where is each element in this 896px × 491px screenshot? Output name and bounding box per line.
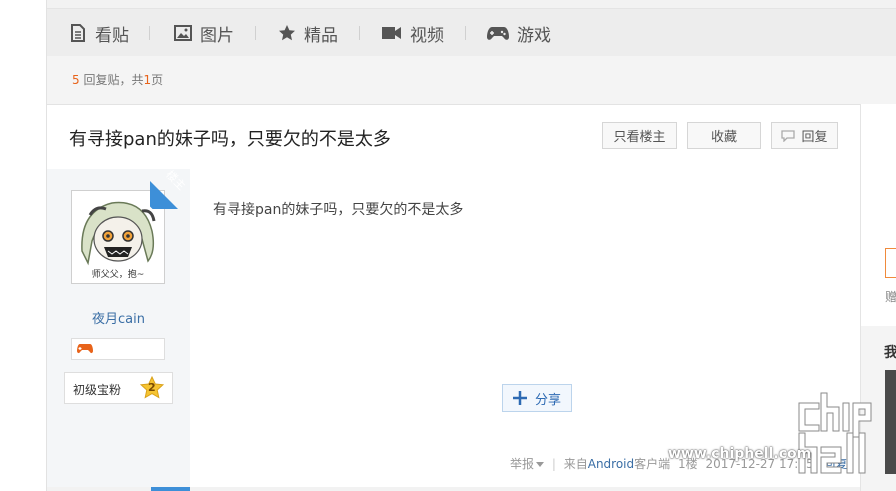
nav-divider xyxy=(359,26,360,40)
thread-header: 有寻接pan的妹子吗，只要欠的不是太多 只看楼主 收藏 回复 xyxy=(47,104,860,170)
reply-count: 5 xyxy=(72,73,80,87)
reply-summary-bar: 5 回复贴，共1页 xyxy=(47,56,896,104)
favorite-label: 收藏 xyxy=(710,130,737,145)
next-op-badge xyxy=(151,487,190,491)
nav-tab-label: 看贴 xyxy=(95,25,129,46)
nav-tab-label: 游戏 xyxy=(517,25,551,46)
level-number: 2 xyxy=(148,381,156,394)
nav-tab-video[interactable]: 视频 xyxy=(382,19,444,47)
nav-divider xyxy=(255,26,256,40)
post-floor-1: 师父父，抱~ 夜月cain 初级宝粉 2 楼主 有寻接pan的妹子吗，只要欠的不… xyxy=(47,168,860,487)
avatar-caption: 师父父，抱~ xyxy=(91,270,145,280)
post-content: 有寻接pan的妹子吗，只要欠的不是太多 xyxy=(213,202,464,218)
forum-frame: 看贴 图片 精品 视频 游戏 5 回复贴，共1页 有寻接pan的妹子吗，只要欠的… xyxy=(46,0,896,491)
only-op-button[interactable]: 只看楼主 xyxy=(602,122,677,149)
document-icon xyxy=(71,24,85,42)
reply-summary: 5 回复贴，共1页 xyxy=(72,71,163,88)
share-label: 分享 xyxy=(534,392,561,408)
source-client[interactable]: Android xyxy=(588,457,634,471)
author-panel: 师父父，抱~ 夜月cain 初级宝粉 2 楼主 xyxy=(47,168,190,487)
thread-title: 有寻接pan的妹子吗，只要欠的不是太多 xyxy=(69,129,391,150)
nav-tab-games[interactable]: 游戏 xyxy=(487,19,551,47)
source-suffix: 客户端 xyxy=(634,457,671,471)
video-icon xyxy=(382,27,401,39)
reply-summary-mid: 回复贴，共 xyxy=(79,73,144,87)
level-badge: 初级宝粉 2 xyxy=(64,372,173,404)
nav-tab-images[interactable]: 图片 xyxy=(174,19,234,47)
sidebar-heading: 我 xyxy=(884,345,896,361)
nav-divider xyxy=(465,26,466,40)
gamepad-icon xyxy=(487,27,509,40)
page-count: 1 xyxy=(143,73,152,87)
level-title: 初级宝粉 xyxy=(73,383,122,397)
sidebar-text: 赠 xyxy=(885,290,896,304)
medal-box xyxy=(71,338,165,360)
report-link[interactable]: 举报 xyxy=(510,457,534,471)
nav-divider xyxy=(149,26,150,40)
nav-tab-label: 精品 xyxy=(304,25,338,46)
watermark-url: www.chiphell.com xyxy=(668,446,812,462)
author-name[interactable]: 夜月cain xyxy=(47,308,190,327)
nav-tab-label: 视频 xyxy=(410,25,444,46)
speech-bubble-icon xyxy=(781,129,796,142)
reply-summary-suffix: 页 xyxy=(151,73,164,87)
source-prefix: 来自 xyxy=(563,457,588,471)
nav-tab-posts[interactable]: 看贴 xyxy=(69,19,129,47)
top-nav: 看贴 图片 精品 视频 游戏 xyxy=(47,8,896,57)
plus-icon xyxy=(512,391,527,405)
page-left-margin xyxy=(0,0,46,491)
gamepad-medal-icon[interactable] xyxy=(77,343,93,355)
star-icon xyxy=(279,25,295,41)
share-button[interactable]: 分享 xyxy=(502,384,572,412)
caret-down-icon xyxy=(536,462,545,467)
reply-label: 回复 xyxy=(801,130,828,145)
nav-tab-label: 图片 xyxy=(200,25,234,46)
sidebar-action-button[interactable] xyxy=(885,248,896,278)
favorite-button[interactable]: 收藏 xyxy=(687,122,761,149)
image-icon xyxy=(174,25,192,41)
reply-button[interactable]: 回复 xyxy=(771,122,838,149)
only-op-label: 只看楼主 xyxy=(613,130,666,145)
nav-tab-featured[interactable]: 精品 xyxy=(278,19,338,47)
